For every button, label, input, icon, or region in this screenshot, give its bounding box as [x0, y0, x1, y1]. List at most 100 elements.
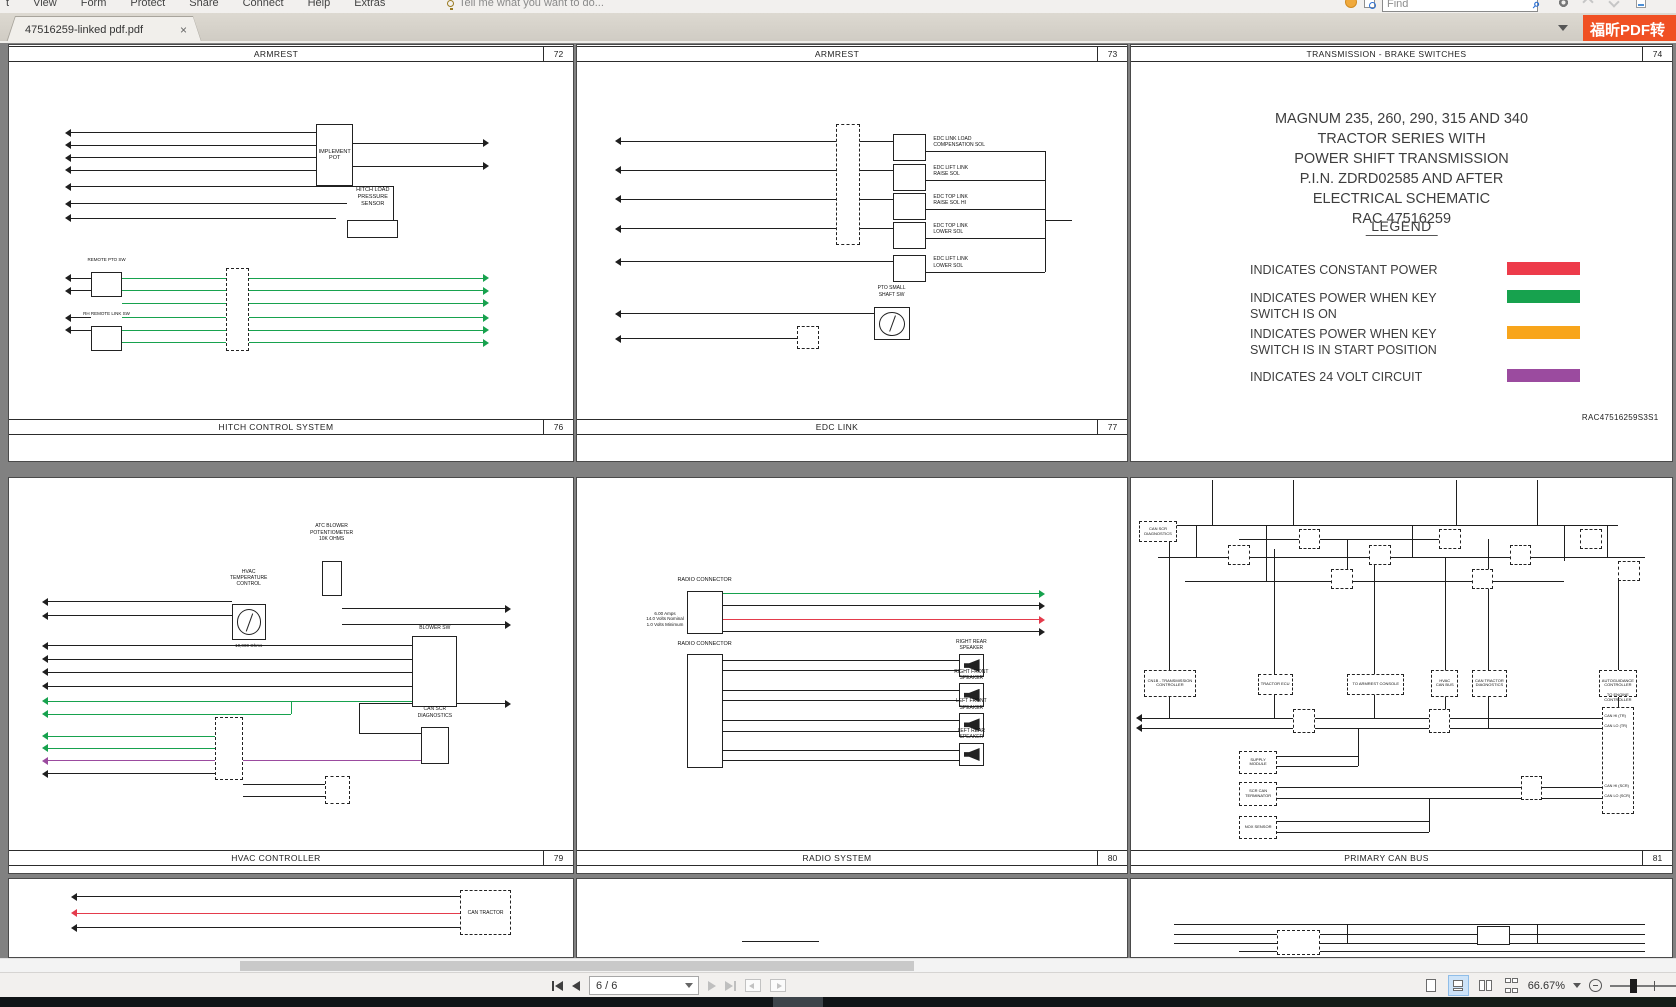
chevron-down-icon[interactable]	[685, 983, 693, 992]
wire	[723, 690, 960, 691]
wire	[48, 773, 214, 774]
next-page-button[interactable]	[708, 981, 716, 991]
diagram-label: EDC LIFT LINK RAISE SOL	[933, 165, 968, 178]
wire	[48, 672, 412, 673]
find-options-gear-icon[interactable]	[1558, 0, 1569, 8]
connector-box	[325, 776, 350, 804]
find-search-icon[interactable]: ⌕	[1533, 0, 1543, 11]
wire	[71, 278, 91, 279]
connector-box	[1228, 545, 1250, 565]
assistant-hint: Tell me what you want to do...	[459, 0, 604, 11]
wire	[1607, 525, 1608, 557]
zoom-level[interactable]: 66.67%	[1528, 980, 1565, 992]
search-document-icon[interactable]	[1364, 0, 1375, 8]
legend-item-label: INDICATES CONSTANT POWER	[1250, 262, 1499, 278]
diagram-label: EDC TOP LINK RAISE SOL HI	[933, 194, 967, 207]
horizontal-scrollbar[interactable]	[0, 958, 1676, 972]
menu-item-form[interactable]: Form	[81, 0, 107, 12]
menu-item-help[interactable]: Help	[308, 0, 331, 12]
wire	[353, 166, 483, 167]
wire	[621, 261, 893, 262]
page-number-combobox[interactable]: 6 / 6	[589, 976, 699, 995]
pdf-page-partial-2	[576, 878, 1128, 958]
connector-box	[1521, 776, 1543, 800]
component-box: TO ARMREST CONSOLE	[1347, 674, 1404, 696]
sheet-footer: EDC LINK 77	[577, 419, 1127, 435]
tab-close-icon[interactable]: ×	[174, 23, 201, 37]
tab-list-dropdown-icon[interactable]	[1558, 25, 1568, 36]
wire	[742, 941, 819, 942]
wire	[71, 290, 91, 291]
menu-item-t[interactable]: t	[6, 0, 9, 12]
wire	[48, 659, 412, 660]
sheet-title: HVAC CONTROLLER	[9, 853, 543, 863]
single-page-view-button[interactable]	[1422, 976, 1441, 995]
wire	[122, 278, 483, 279]
component-box: IMPLEMENT POT	[316, 124, 353, 186]
legend-item-label: INDICATES POWER WHEN KEY SWITCH IS IN ST…	[1250, 326, 1499, 358]
wire	[723, 605, 1039, 606]
foxit-reader-window: t View Form Protect Share Connect Help Extras T…	[0, 0, 1676, 1007]
wire	[77, 896, 461, 897]
connector-box	[1429, 709, 1451, 733]
sheet-number: 79	[543, 851, 573, 865]
next-view-button[interactable]	[770, 979, 786, 992]
connector-box	[232, 604, 266, 640]
wire	[48, 645, 412, 646]
pdf-page-radio-80: RADIO CONNECTORRADIO CONNECTOR6.00 Amps …	[576, 477, 1128, 874]
find-input[interactable]	[1383, 0, 1533, 11]
find-next-icon[interactable]	[1608, 0, 1619, 8]
document-area[interactable]: ARMREST 72 IMPLEMENT POTHITCH LOAD PRESS…	[0, 43, 1676, 958]
wire	[621, 338, 808, 339]
menu-item-extras[interactable]: Extras	[354, 0, 385, 12]
diagram-label: PTO SMALL SHAFT SW	[878, 285, 906, 298]
connector-box	[1293, 709, 1315, 733]
previous-page-button[interactable]	[572, 981, 580, 991]
taskbar-segment	[1200, 997, 1676, 1007]
wire	[1212, 480, 1213, 525]
connector-box	[1277, 930, 1320, 955]
zoom-dropdown-icon[interactable]	[1573, 983, 1581, 992]
diagram-label: CAN HI (SCR)	[1604, 784, 1628, 789]
find-previous-icon[interactable]	[1582, 0, 1593, 8]
facing-view-button[interactable]	[1476, 976, 1495, 995]
find-field[interactable]: ⌕	[1382, 0, 1538, 12]
wire	[1142, 718, 1602, 719]
first-page-button[interactable]	[552, 981, 563, 991]
legend-color-swatch	[1507, 369, 1580, 382]
continuous-view-button[interactable]	[1449, 976, 1468, 995]
document-tab[interactable]: 47516259-linked pdf.pdf ×	[6, 16, 202, 43]
windows-taskbar[interactable]	[0, 997, 1676, 1007]
tell-me-assistant[interactable]: Tell me what you want to do...	[447, 0, 604, 11]
zoom-out-icon[interactable]	[1589, 979, 1602, 992]
continuous-facing-view-button[interactable]	[1503, 976, 1520, 995]
menu-item-protect[interactable]: Protect	[130, 0, 165, 12]
pdf-convert-button[interactable]: 福昕PDF转	[1583, 15, 1676, 43]
wire	[1277, 798, 1602, 799]
horizontal-scrollbar-thumb[interactable]	[240, 961, 914, 971]
wire	[393, 186, 394, 219]
taskbar-button[interactable]	[773, 997, 823, 1007]
menu-item-share[interactable]: Share	[189, 0, 218, 12]
wire	[1456, 480, 1457, 525]
highlight-results-icon[interactable]	[1636, 0, 1646, 8]
zoom-slider-handle[interactable]	[1630, 979, 1637, 993]
diagram-label: ATC BLOWER POTENTIOMETER 10K OHMS	[310, 523, 353, 542]
zoom-slider[interactable]	[1610, 979, 1676, 993]
wire	[1274, 695, 1275, 718]
last-page-button[interactable]	[725, 981, 736, 991]
wire	[1274, 549, 1275, 673]
wire	[723, 700, 960, 701]
menu-item-connect[interactable]: Connect	[243, 0, 284, 12]
connector-box	[91, 326, 122, 351]
page-navigation: 6 / 6	[552, 973, 786, 998]
menu-item-view[interactable]: View	[33, 0, 57, 12]
support-icon[interactable]	[1345, 0, 1357, 8]
diagram-label: RH REMOTE LINK SW	[83, 311, 130, 317]
wire	[48, 615, 231, 616]
wire	[1174, 943, 1645, 944]
previous-view-button[interactable]	[745, 979, 761, 992]
wire	[1429, 798, 1430, 832]
pdf-page-hvac-79: ATC BLOWER POTENTIOMETER 10K OHMSHVAC TE…	[8, 477, 574, 874]
view-zoom-controls: 66.67%	[1422, 973, 1676, 998]
